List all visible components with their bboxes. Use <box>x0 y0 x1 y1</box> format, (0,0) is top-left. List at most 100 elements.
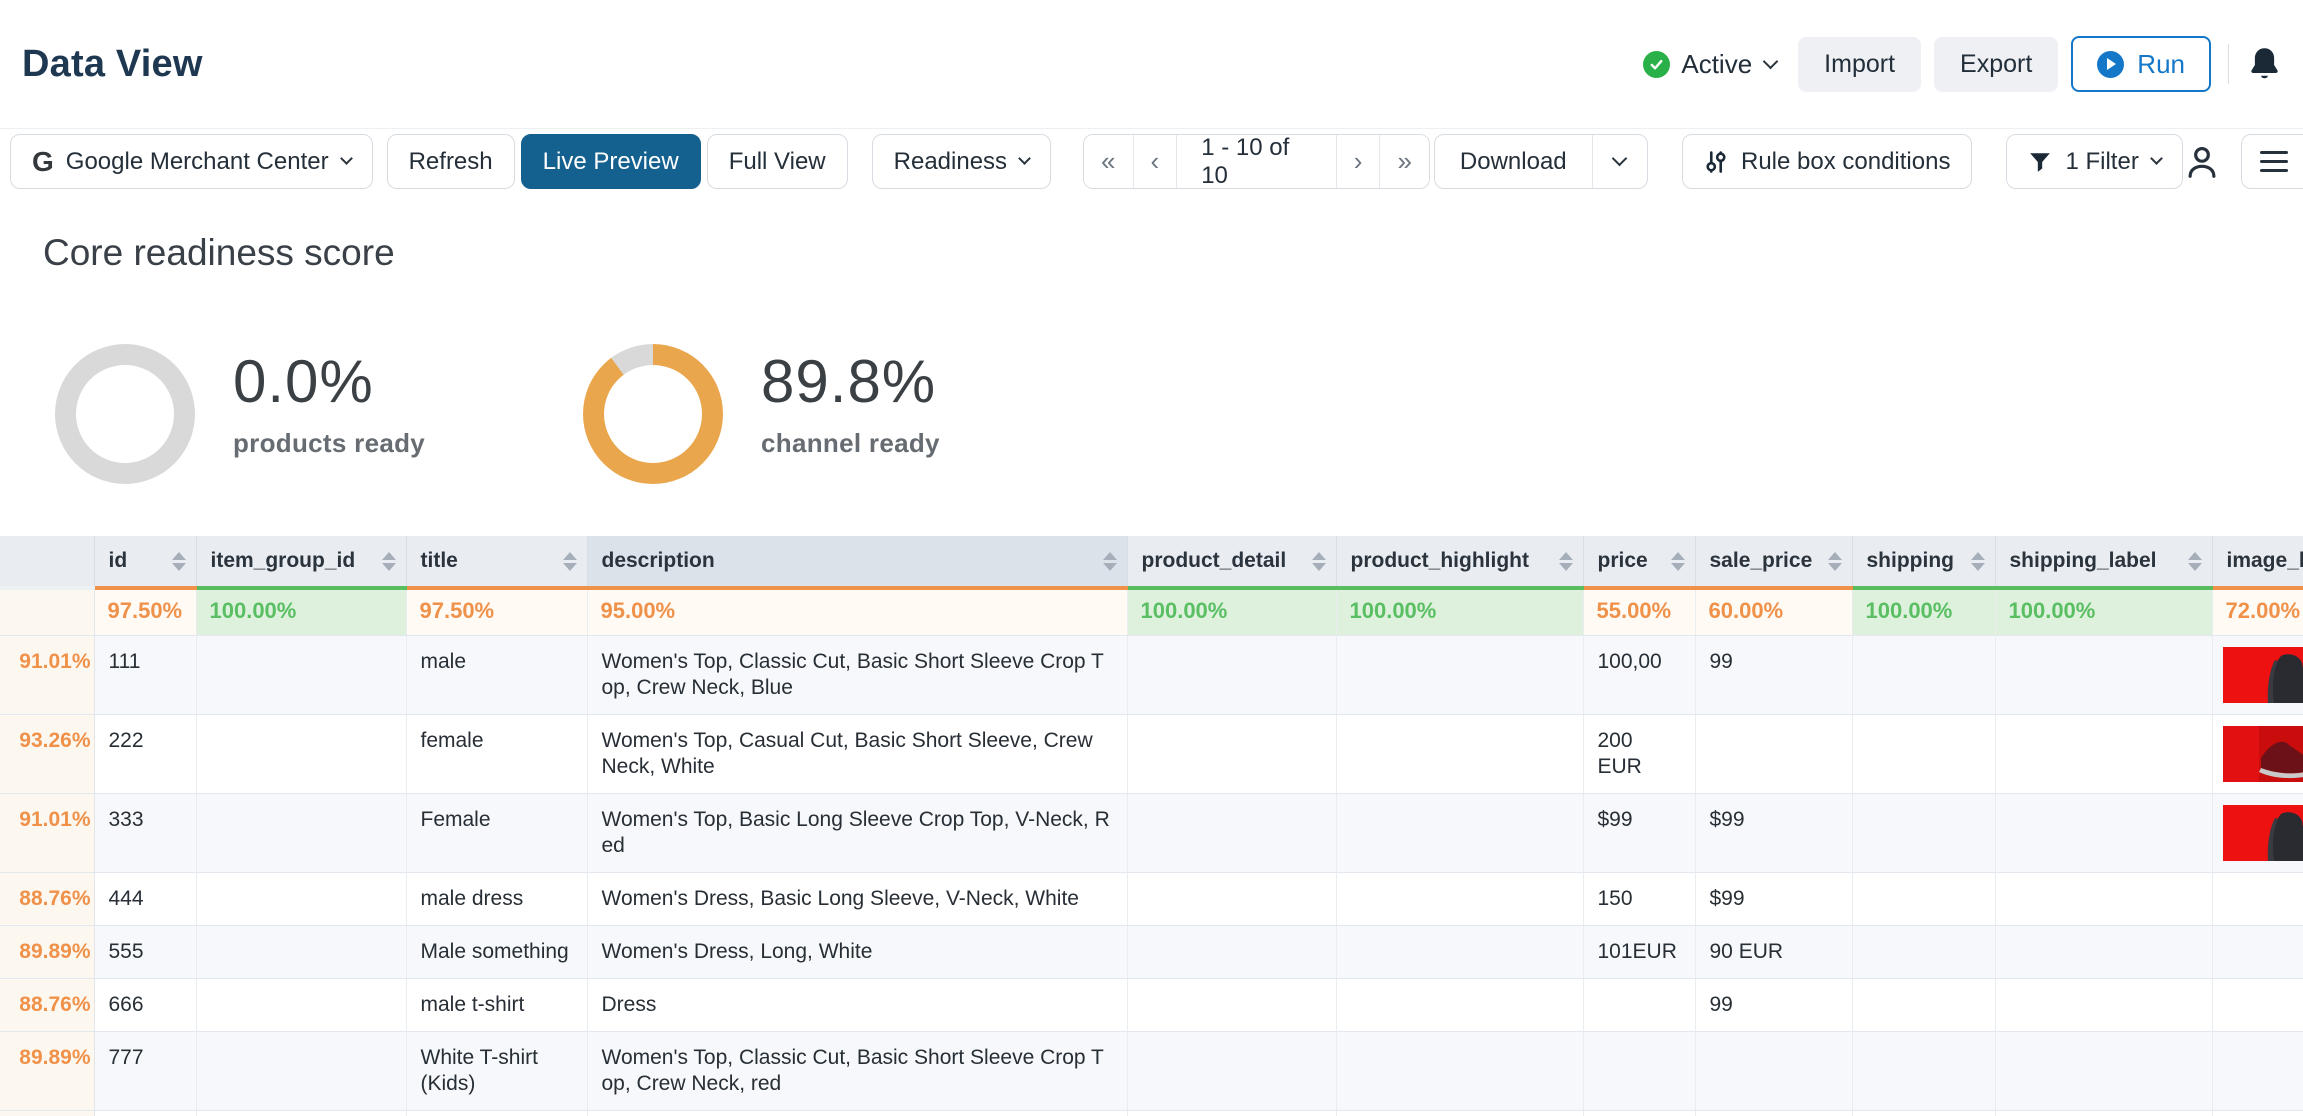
download-button[interactable]: Download <box>1435 135 1592 188</box>
run-button[interactable]: Run <box>2071 36 2211 92</box>
sort-icon[interactable] <box>1963 552 1985 571</box>
sort-icon[interactable] <box>1095 552 1117 571</box>
cell-shipping_label[interactable] <box>1995 714 2212 793</box>
cell-sale_price[interactable]: 99 <box>1695 978 1852 1031</box>
cell-id[interactable] <box>94 1110 196 1116</box>
cell-price[interactable]: 150 <box>1583 872 1695 925</box>
cell-title[interactable] <box>406 1110 587 1116</box>
cell-id[interactable]: 666 <box>94 978 196 1031</box>
column-header-sale_price[interactable]: sale_price <box>1695 536 1852 588</box>
column-header-item_group_id[interactable]: item_group_id <box>196 536 406 588</box>
cell-price[interactable] <box>1583 1110 1695 1116</box>
column-header-shipping_label[interactable]: shipping_label <box>1995 536 2212 588</box>
sneaker-photo[interactable] <box>2223 726 2303 782</box>
sweater-photo[interactable] <box>2223 805 2303 861</box>
cell-image_link[interactable] <box>2212 925 2303 978</box>
cell-image_link[interactable] <box>2212 635 2303 714</box>
cell-price[interactable]: 100,00 <box>1583 635 1695 714</box>
cell-item_group_id[interactable] <box>196 925 406 978</box>
cell-sale_price[interactable]: $99 <box>1695 793 1852 872</box>
cell-id[interactable]: 333 <box>94 793 196 872</box>
cell-title[interactable]: male <box>406 635 587 714</box>
cell-item_group_id[interactable] <box>196 1031 406 1110</box>
cell-product_detail[interactable] <box>1127 714 1336 793</box>
pagination-prev-button[interactable]: ‹ <box>1133 135 1177 188</box>
cell-shipping[interactable] <box>1852 714 1995 793</box>
cell-shipping[interactable] <box>1852 872 1995 925</box>
cell-product_detail[interactable] <box>1127 872 1336 925</box>
cell-product_highlight[interactable] <box>1336 872 1583 925</box>
column-header-shipping[interactable]: shipping <box>1852 536 1995 588</box>
cell-product_highlight[interactable] <box>1336 714 1583 793</box>
cell-product_detail[interactable] <box>1127 793 1336 872</box>
menu-button[interactable] <box>2241 134 2303 189</box>
cell-item_group_id[interactable] <box>196 978 406 1031</box>
cell-shipping_label[interactable] <box>1995 872 2212 925</box>
cell-image_link[interactable] <box>2212 714 2303 793</box>
cell-sale_price[interactable] <box>1695 1031 1852 1110</box>
cell-shipping_label[interactable] <box>1995 793 2212 872</box>
sort-icon[interactable] <box>1663 552 1685 571</box>
cell-image_link[interactable] <box>2212 793 2303 872</box>
pagination-last-button[interactable]: » <box>1379 135 1428 188</box>
cell-title[interactable]: male dress <box>406 872 587 925</box>
cell-item_group_id[interactable] <box>196 1110 406 1116</box>
cell-item_group_id[interactable] <box>196 635 406 714</box>
cell-price[interactable]: $99 <box>1583 793 1695 872</box>
notifications-bell-icon[interactable] <box>2248 46 2281 82</box>
cell-item_group_id[interactable] <box>196 872 406 925</box>
sort-icon[interactable] <box>374 552 396 571</box>
cell-shipping[interactable] <box>1852 1031 1995 1110</box>
column-header-product_highlight[interactable]: product_highlight <box>1336 536 1583 588</box>
cell-description[interactable]: Women's Top, Classic Cut, Basic Short Sl… <box>587 1031 1127 1110</box>
live-preview-button[interactable]: Live Preview <box>521 134 701 189</box>
cell-id[interactable]: 777 <box>94 1031 196 1110</box>
cell-image_link[interactable] <box>2212 872 2303 925</box>
cell-product_highlight[interactable] <box>1336 793 1583 872</box>
refresh-button[interactable]: Refresh <box>387 134 515 189</box>
cell-id[interactable]: 111 <box>94 635 196 714</box>
cell-description[interactable] <box>587 1110 1127 1116</box>
column-header-title[interactable]: title <box>406 536 587 588</box>
cell-product_highlight[interactable] <box>1336 1031 1583 1110</box>
cell-sale_price[interactable]: $99 <box>1695 872 1852 925</box>
cell-shipping[interactable] <box>1852 793 1995 872</box>
download-options-button[interactable] <box>1592 135 1647 188</box>
cell-shipping_label[interactable] <box>1995 635 2212 714</box>
cell-image_link[interactable] <box>2212 1031 2303 1110</box>
full-view-button[interactable]: Full View <box>707 134 848 189</box>
cell-title[interactable]: male t-shirt <box>406 978 587 1031</box>
cell-title[interactable]: Male something <box>406 925 587 978</box>
cell-description[interactable]: Women's Dress, Long, White <box>587 925 1127 978</box>
sweater-photo[interactable] <box>2223 647 2303 703</box>
cell-title[interactable]: White T-shirt (Kids) <box>406 1031 587 1110</box>
cell-shipping[interactable] <box>1852 978 1995 1031</box>
sort-icon[interactable] <box>1820 552 1842 571</box>
cell-shipping[interactable] <box>1852 925 1995 978</box>
rule-box-conditions-button[interactable]: Rule box conditions <box>1682 134 1972 189</box>
cell-product_highlight[interactable] <box>1336 635 1583 714</box>
user-profile-icon[interactable] <box>2183 143 2221 181</box>
cell-price[interactable] <box>1583 1031 1695 1110</box>
cell-title[interactable]: Female <box>406 793 587 872</box>
cell-product_detail[interactable] <box>1127 925 1336 978</box>
sort-icon[interactable] <box>1304 552 1326 571</box>
channel-selector[interactable]: G Google Merchant Center <box>10 134 373 189</box>
cell-image_link[interactable] <box>2212 1110 2303 1116</box>
cell-sale_price[interactable] <box>1695 1110 1852 1116</box>
column-header-description[interactable]: description <box>587 536 1127 588</box>
sort-icon[interactable] <box>555 552 577 571</box>
cell-shipping_label[interactable] <box>1995 978 2212 1031</box>
cell-sale_price[interactable] <box>1695 714 1852 793</box>
cell-product_detail[interactable] <box>1127 1110 1336 1116</box>
cell-product_highlight[interactable] <box>1336 1110 1583 1116</box>
cell-shipping_label[interactable] <box>1995 1031 2212 1110</box>
sort-icon[interactable] <box>2180 552 2202 571</box>
cell-shipping[interactable] <box>1852 1110 1995 1116</box>
import-button[interactable]: Import <box>1798 37 1921 92</box>
cell-description[interactable]: Women's Top, Basic Long Sleeve Crop Top,… <box>587 793 1127 872</box>
export-button[interactable]: Export <box>1934 37 2058 92</box>
status-dropdown[interactable]: Active <box>1643 49 1776 80</box>
cell-title[interactable]: female <box>406 714 587 793</box>
cell-product_detail[interactable] <box>1127 1031 1336 1110</box>
